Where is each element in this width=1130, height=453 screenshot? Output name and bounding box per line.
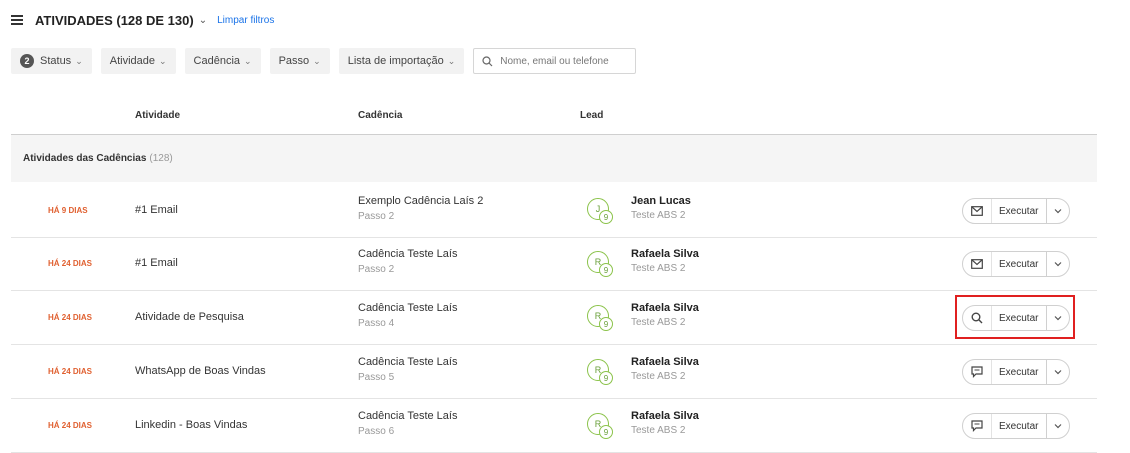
lead-cell: Rafaela Silva Teste ABS 2 bbox=[631, 356, 699, 382]
cadence-step: Passo 2 bbox=[358, 264, 395, 275]
activity-filter-label: Atividade bbox=[109, 55, 155, 67]
lead-name[interactable]: Rafaela Silva bbox=[631, 248, 699, 260]
activity-name: Atividade de Pesquisa bbox=[135, 311, 244, 323]
chevron-down-icon: ⌄ bbox=[159, 55, 167, 66]
group-header: Atividades das Cadências (128) bbox=[11, 135, 1097, 182]
activity-name: Linkedin - Boas Vindas bbox=[135, 419, 248, 431]
time-label: HÁ 24 DIAS bbox=[48, 312, 93, 322]
time-label: HÁ 9 DIAS bbox=[48, 205, 88, 215]
lead-cell: Rafaela Silva Teste ABS 2 bbox=[631, 248, 699, 274]
activity-name: #1 Email bbox=[135, 204, 178, 216]
mail-icon[interactable] bbox=[963, 199, 992, 223]
score-badge: 9 bbox=[599, 263, 613, 277]
execute-button[interactable]: Executar bbox=[992, 199, 1048, 223]
step-filter[interactable]: Passo ⌄ bbox=[269, 48, 330, 74]
score-badge: 9 bbox=[599, 317, 613, 331]
search-input[interactable] bbox=[500, 55, 621, 67]
cadence-cell: Cadência Teste Laís Passo 6 bbox=[358, 410, 457, 437]
group-count: (128) bbox=[149, 153, 173, 164]
column-header-activity: Atividade bbox=[135, 110, 181, 121]
lead-cell: Rafaela Silva Teste ABS 2 bbox=[631, 302, 699, 328]
activity-filter[interactable]: Atividade ⌄ bbox=[100, 48, 176, 74]
lead-name[interactable]: Rafaela Silva bbox=[631, 302, 699, 314]
execute-button-group: Executar bbox=[962, 251, 1071, 277]
status-filter-label: Status bbox=[40, 55, 72, 67]
chevron-down-icon: ⌄ bbox=[75, 55, 83, 66]
chevron-down-icon[interactable]: ⌄ bbox=[199, 15, 207, 26]
activity-name: WhatsApp de Boas Vindas bbox=[135, 365, 266, 377]
search-box[interactable] bbox=[473, 48, 637, 74]
cadence-name[interactable]: Exemplo Cadência Laís 2 bbox=[358, 195, 483, 207]
cadence-name[interactable]: Cadência Teste Laís bbox=[358, 248, 457, 260]
activity-name: #1 Email bbox=[135, 257, 178, 269]
lead-company: Teste ABS 2 bbox=[631, 425, 686, 436]
lead-cell: Jean Lucas Teste ABS 2 bbox=[631, 195, 691, 221]
lead-cell: Rafaela Silva Teste ABS 2 bbox=[631, 410, 699, 436]
cadence-step: Passo 4 bbox=[358, 318, 395, 329]
time-label: HÁ 24 DIAS bbox=[48, 258, 93, 268]
cadence-cell: Cadência Teste Laís Passo 5 bbox=[358, 356, 457, 383]
page-header: ATIVIDADES (128 DE 130) ⌄ Limpar filtros bbox=[11, 10, 274, 30]
lead-company: Teste ABS 2 bbox=[631, 317, 686, 328]
chevron-down-icon: ⌄ bbox=[313, 55, 321, 66]
chevron-down-icon[interactable] bbox=[1047, 360, 1069, 384]
time-label: HÁ 24 DIAS bbox=[48, 366, 93, 376]
cadence-name[interactable]: Cadência Teste Laís bbox=[358, 302, 457, 314]
chevron-down-icon[interactable] bbox=[1047, 252, 1069, 276]
chat-icon[interactable] bbox=[963, 360, 992, 384]
chevron-down-icon: ⌄ bbox=[447, 55, 456, 66]
cadence-name[interactable]: Cadência Teste Laís bbox=[358, 410, 457, 422]
step-filter-label: Passo bbox=[278, 55, 310, 67]
filter-bar: 2 Status ⌄ Atividade ⌄ Cadência ⌄ Passo … bbox=[11, 48, 637, 74]
page-title[interactable]: ATIVIDADES (128 DE 130) bbox=[35, 13, 194, 28]
execute-button-group: Executar bbox=[962, 198, 1071, 224]
status-count-badge: 2 bbox=[20, 54, 34, 68]
score-badge: 9 bbox=[599, 210, 613, 224]
score-badge: 9 bbox=[599, 371, 613, 385]
status-filter[interactable]: 2 Status ⌄ bbox=[11, 48, 92, 74]
search-icon bbox=[482, 55, 493, 66]
highlight-box bbox=[955, 295, 1075, 339]
cadence-name[interactable]: Cadência Teste Laís bbox=[358, 356, 457, 368]
lead-company: Teste ABS 2 bbox=[631, 210, 686, 221]
cadence-step: Passo 6 bbox=[358, 426, 395, 437]
cadence-step: Passo 2 bbox=[358, 211, 395, 222]
list-menu-icon[interactable] bbox=[11, 10, 23, 30]
lead-name[interactable]: Jean Lucas bbox=[631, 195, 691, 207]
table-row[interactable]: HÁ 24 DIAS Atividade de Pesquisa Cadência … bbox=[11, 290, 1097, 345]
chevron-down-icon: ⌄ bbox=[244, 55, 252, 66]
cadence-cell: Exemplo Cadência Laís 2 Passo 2 bbox=[358, 195, 483, 222]
lead-company: Teste ABS 2 bbox=[631, 371, 686, 382]
chat-icon[interactable] bbox=[963, 414, 992, 438]
import-list-filter[interactable]: Lista de importação ⌄ bbox=[338, 48, 465, 74]
lead-name[interactable]: Rafaela Silva bbox=[631, 410, 699, 422]
cadence-step: Passo 5 bbox=[358, 372, 395, 383]
table-row[interactable]: HÁ 24 DIAS WhatsApp de Boas Vindas Cadênci… bbox=[11, 344, 1097, 399]
chevron-down-icon[interactable] bbox=[1047, 414, 1069, 438]
cadence-cell: Cadência Teste Laís Passo 4 bbox=[358, 302, 457, 329]
execute-button[interactable]: Executar bbox=[992, 252, 1048, 276]
score-badge: 9 bbox=[599, 425, 613, 439]
cadence-filter[interactable]: Cadência ⌄ bbox=[184, 48, 261, 74]
group-title: Atividades das Cadências bbox=[23, 153, 147, 164]
clear-filters-link[interactable]: Limpar filtros bbox=[217, 15, 274, 26]
execute-button[interactable]: Executar bbox=[992, 360, 1048, 384]
table-row[interactable]: HÁ 24 DIAS Linkedin - Boas Vindas Cadência… bbox=[11, 398, 1097, 453]
chevron-down-icon[interactable] bbox=[1047, 199, 1069, 223]
import-list-filter-label: Lista de importação bbox=[347, 55, 444, 67]
table-row[interactable]: HÁ 9 DIAS #1 Email Exemplo Cadência Laís 2… bbox=[11, 183, 1097, 238]
time-label: HÁ 24 DIAS bbox=[48, 420, 93, 430]
execute-button[interactable]: Executar bbox=[992, 414, 1048, 438]
table-row[interactable]: HÁ 24 DIAS #1 Email Cadência Teste Laís Pas… bbox=[11, 236, 1097, 291]
lead-company: Teste ABS 2 bbox=[631, 263, 686, 274]
lead-name[interactable]: Rafaela Silva bbox=[631, 356, 699, 368]
execute-button-group: Executar bbox=[962, 413, 1071, 439]
cadence-cell: Cadência Teste Laís Passo 2 bbox=[358, 248, 457, 275]
column-header-cadence: Cadência bbox=[358, 110, 403, 121]
column-header-lead: Lead bbox=[580, 110, 604, 121]
execute-button-group: Executar bbox=[962, 359, 1071, 385]
mail-icon[interactable] bbox=[963, 252, 992, 276]
cadence-filter-label: Cadência bbox=[193, 55, 241, 67]
